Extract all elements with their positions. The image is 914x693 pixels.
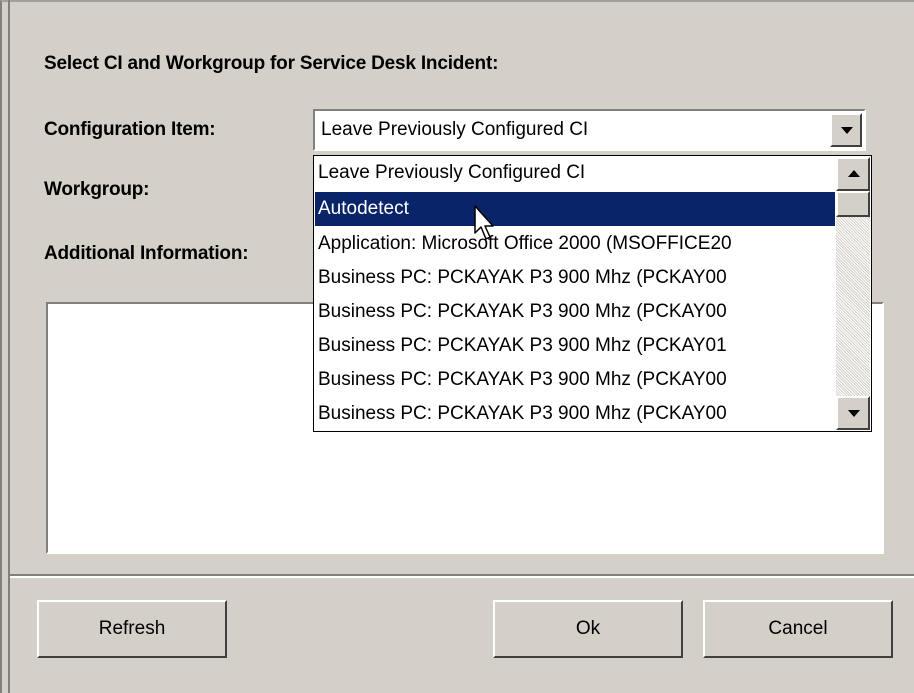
cancel-button[interactable]: Cancel [703, 600, 893, 658]
scroll-up-button[interactable] [836, 157, 870, 191]
dropdown-option[interactable]: Application: Microsoft Office 2000 (MSOF… [315, 227, 835, 261]
dropdown-option[interactable]: Leave Previously Configured CI [315, 156, 835, 190]
configuration-item-dropdown-list[interactable]: Leave Previously Configured CI Autodetec… [313, 155, 872, 432]
workgroup-label: Workgroup: [44, 179, 150, 200]
ok-button[interactable]: Ok [493, 600, 683, 658]
configuration-item-label: Configuration Item: [44, 119, 216, 140]
chevron-down-icon [841, 127, 853, 134]
panel-separator [10, 576, 914, 578]
additional-information-label: Additional Information: [44, 243, 249, 264]
scroll-down-icon [848, 410, 860, 417]
dropdown-option[interactable]: Business PC: PCKAYAK P3 900 Mhz (PCKAY00 [315, 295, 835, 329]
mouse-cursor-icon [474, 205, 494, 240]
dropdown-option[interactable]: Business PC: PCKAYAK P3 900 Mhz (PCKAY00 [315, 261, 835, 295]
scroll-up-icon [848, 170, 860, 177]
refresh-button[interactable]: Refresh [37, 600, 227, 658]
configuration-item-dropdown-button[interactable] [830, 113, 862, 147]
dropdown-option-highlighted[interactable]: Autodetect [315, 192, 835, 226]
dropdown-option[interactable]: Business PC: PCKAYAK P3 900 Mhz (PCKAY00 [315, 363, 835, 397]
scrollbar-thumb[interactable] [836, 191, 870, 217]
scroll-down-button[interactable] [836, 396, 870, 430]
dropdown-option[interactable]: Business PC: PCKAYAK P3 900 Mhz (PCKAY01 [315, 329, 835, 363]
dropdown-option[interactable]: Business PC: PCKAYAK P3 900 Mhz (PCKAY00 [315, 397, 835, 431]
dialog-heading: Select CI and Workgroup for Service Desk… [44, 53, 499, 74]
dropdown-scrollbar[interactable] [836, 157, 870, 430]
configuration-item-selected-value: Leave Previously Configured CI [321, 119, 589, 140]
configuration-item-select[interactable]: Leave Previously Configured CI [313, 109, 866, 151]
